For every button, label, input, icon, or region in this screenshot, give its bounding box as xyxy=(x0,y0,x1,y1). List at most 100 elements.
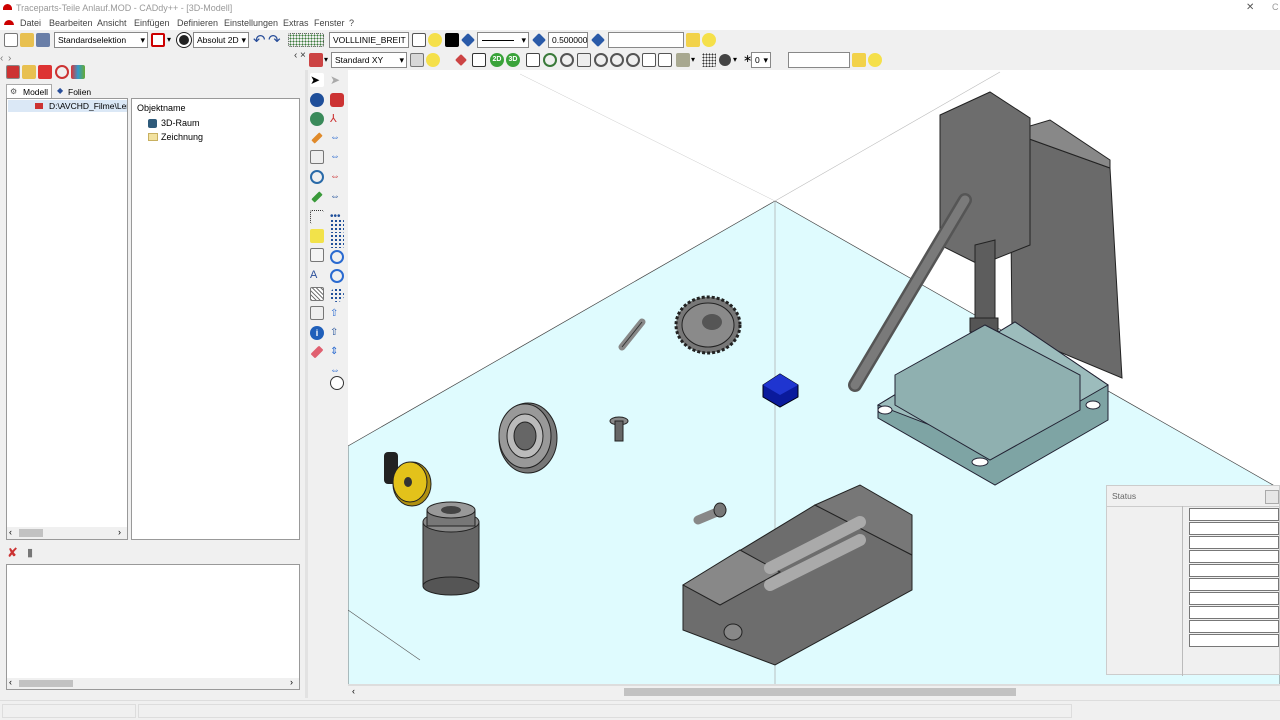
menu-bearbeiten[interactable]: Bearbeiten xyxy=(49,18,93,28)
save-icon[interactable] xyxy=(36,33,50,47)
ball-bearing[interactable] xyxy=(498,402,558,474)
lightbulb-on-icon[interactable] xyxy=(868,53,882,67)
viewport-hscrollbar[interactable]: ‹ xyxy=(348,686,1280,698)
line-style-select[interactable] xyxy=(477,32,529,48)
scroll-thumb[interactable] xyxy=(624,688,1016,696)
color-swatch-black[interactable] xyxy=(445,33,459,47)
menu-datei[interactable]: Datei xyxy=(20,18,41,28)
shading-cube-icon[interactable] xyxy=(676,53,690,67)
trim-icon[interactable]: ⇕ xyxy=(330,345,344,359)
dot-matrix-icon[interactable] xyxy=(330,234,344,248)
bevel-gear[interactable] xyxy=(674,295,742,355)
table-icon[interactable] xyxy=(310,306,324,320)
axis-icon[interactable]: ⅄ xyxy=(330,112,344,126)
scroll-left-icon[interactable]: ‹ xyxy=(352,686,355,696)
toolbar1-input[interactable] xyxy=(608,32,684,48)
select-window-icon[interactable] xyxy=(151,33,165,47)
scroll-right-icon[interactable]: › xyxy=(118,527,121,537)
measure-icon[interactable] xyxy=(310,229,324,243)
scroll-thumb[interactable] xyxy=(19,680,73,687)
shaft-coupling[interactable] xyxy=(422,501,480,596)
light-icon[interactable] xyxy=(426,53,440,67)
menu-ansicht[interactable]: Ansicht xyxy=(97,18,127,28)
open-folder-icon[interactable] xyxy=(20,33,34,47)
zoom-window-icon[interactable] xyxy=(560,53,574,67)
paint-bucket-icon[interactable] xyxy=(330,93,344,107)
coordinate-origin-icon[interactable] xyxy=(177,33,191,47)
line-width-icon[interactable] xyxy=(532,33,546,47)
chevron-down-icon[interactable]: ▾ xyxy=(691,55,695,64)
scroll-thumb[interactable] xyxy=(19,529,43,537)
new-file-icon[interactable] xyxy=(4,33,18,47)
rotate-copy-icon[interactable] xyxy=(330,250,344,264)
delete-icon[interactable] xyxy=(38,65,52,79)
menu-fenster[interactable]: Fenster xyxy=(314,18,345,28)
select-arrow-disabled-icon[interactable]: ➤ xyxy=(330,73,344,87)
sphere-icon[interactable] xyxy=(310,93,324,107)
line-type-field[interactable]: VOLLLINIE_BREIT xyxy=(329,32,409,48)
button-2d[interactable]: 2D xyxy=(490,53,504,67)
fill-layer-icon[interactable] xyxy=(591,33,605,47)
hatch-icon[interactable] xyxy=(310,287,324,301)
eraser-icon[interactable] xyxy=(310,345,324,359)
menu-definieren[interactable]: Definieren xyxy=(177,18,218,28)
lightbulb-icon[interactable] xyxy=(428,33,442,47)
tree-hscrollbar[interactable]: ‹ › xyxy=(7,527,127,539)
snap-grid-icon[interactable] xyxy=(702,53,716,67)
pencil-icon[interactable] xyxy=(311,132,323,144)
scroll-left-icon[interactable]: ‹ xyxy=(9,677,12,687)
toolbar2-input[interactable] xyxy=(788,52,850,68)
select-arrow-icon[interactable]: ➤ xyxy=(310,73,324,87)
model-red-icon[interactable] xyxy=(6,65,20,79)
dot-grid-icon[interactable] xyxy=(330,219,344,233)
pan-icon[interactable] xyxy=(526,53,540,67)
array-icon[interactable]: ⇔ xyxy=(330,190,344,204)
refresh-icon[interactable] xyxy=(55,65,69,79)
stretch-icon[interactable]: ⇧ xyxy=(330,326,344,340)
circular-array-icon[interactable] xyxy=(330,288,344,302)
zoom-page-icon[interactable] xyxy=(577,53,591,67)
redraw-icon[interactable] xyxy=(658,53,672,67)
view-select[interactable]: Standard XY xyxy=(331,52,407,68)
move-icon[interactable]: ⇔ xyxy=(330,131,344,145)
mirror-icon[interactable]: ⇔ xyxy=(330,170,344,184)
edge-icon[interactable] xyxy=(472,53,486,67)
zoom-all-icon[interactable] xyxy=(642,53,656,67)
snap-count-select[interactable]: 0 xyxy=(751,52,771,68)
folder-light-icon[interactable] xyxy=(852,53,866,67)
info-icon[interactable]: i xyxy=(310,326,324,340)
pen-tool-icon[interactable] xyxy=(309,53,323,67)
attribute-icon[interactable]: ▮ xyxy=(27,546,33,559)
zoom-previous-icon[interactable] xyxy=(626,53,640,67)
folder-light-icon[interactable] xyxy=(686,33,700,47)
layer-stack-icon[interactable] xyxy=(461,33,475,47)
menu-einfuegen[interactable]: Einfügen xyxy=(134,18,170,28)
undo-icon[interactable]: ↶ xyxy=(253,31,266,49)
status-close-icon[interactable] xyxy=(1265,490,1279,504)
line-width-field[interactable]: 0.500000 xyxy=(548,32,588,48)
menu-help[interactable]: ? xyxy=(349,18,354,28)
properties-hscrollbar[interactable]: ‹ › xyxy=(7,677,299,689)
redo-icon[interactable]: ↷ xyxy=(268,31,281,49)
rotate-icon[interactable] xyxy=(310,170,324,184)
view-cube-icon[interactable] xyxy=(410,53,424,67)
scroll-left-icon[interactable]: ‹ xyxy=(9,527,12,537)
chevron-down-icon[interactable]: ▾ xyxy=(733,55,737,64)
grid-icon[interactable] xyxy=(288,33,324,47)
button-3d[interactable]: 3D xyxy=(506,53,520,67)
system-menu-icon[interactable] xyxy=(4,20,14,25)
rotate-icon[interactable] xyxy=(330,269,344,283)
scale-up-icon[interactable]: ⇧ xyxy=(330,307,344,321)
scroll-right-icon[interactable]: › xyxy=(290,677,293,687)
coordinate-mode-select[interactable]: Absolut 2D xyxy=(193,32,249,48)
symbol-icon[interactable] xyxy=(310,248,324,262)
dimension-icon[interactable] xyxy=(310,150,324,164)
close-panel-icon[interactable]: × xyxy=(300,50,306,61)
zoom-out-icon[interactable] xyxy=(610,53,624,67)
menu-einstellungen[interactable]: Einstellungen xyxy=(224,18,278,28)
tab-folien[interactable]: ◆ Folien xyxy=(54,85,94,98)
globe-icon[interactable] xyxy=(310,112,324,126)
lightbulb-on-icon[interactable] xyxy=(702,33,716,47)
copy-move-icon[interactable]: ⇔ xyxy=(330,150,344,164)
chevron-down-icon[interactable]: ▾ xyxy=(324,55,328,64)
